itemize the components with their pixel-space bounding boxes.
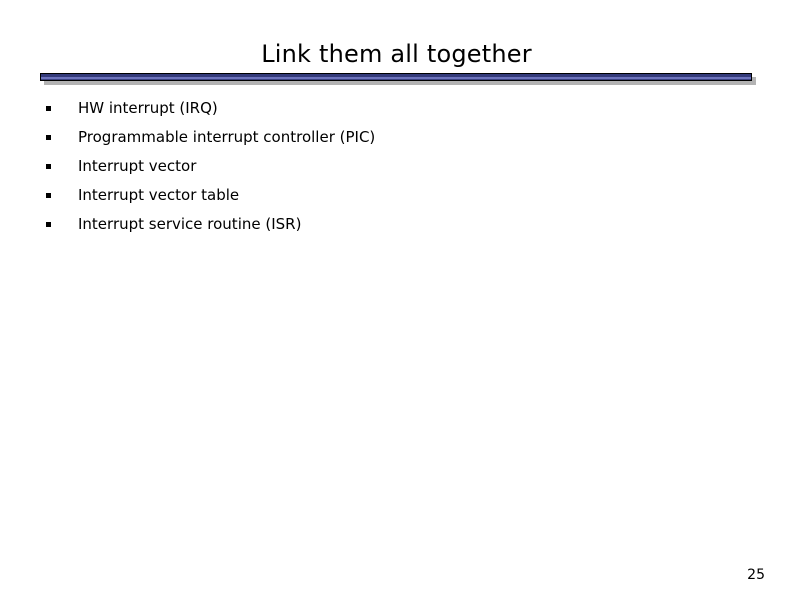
list-item-label: Interrupt service routine (ISR): [78, 215, 302, 233]
list-item-label: HW interrupt (IRQ): [78, 99, 218, 117]
list-item: Interrupt service routine (ISR): [40, 210, 740, 239]
list-item: Interrupt vector table: [40, 181, 740, 210]
list-item-label: Interrupt vector: [78, 157, 197, 175]
page-number: 25: [747, 567, 765, 583]
page-title: Link them all together: [261, 40, 532, 68]
list-item-label: Programmable interrupt controller (PIC): [78, 128, 376, 146]
title-divider: [40, 73, 756, 85]
square-bullet-icon: [46, 106, 51, 111]
square-bullet-icon: [46, 164, 51, 169]
title-divider-bar: [40, 73, 752, 81]
square-bullet-icon: [46, 193, 51, 198]
square-bullet-icon: [46, 222, 51, 227]
list-item: HW interrupt (IRQ): [40, 94, 740, 123]
list-item-label: Interrupt vector table: [78, 186, 240, 204]
list-item: Programmable interrupt controller (PIC): [40, 123, 740, 152]
list-item: Interrupt vector: [40, 152, 740, 181]
square-bullet-icon: [46, 135, 51, 140]
bullet-list: HW interrupt (IRQ) Programmable interrup…: [40, 94, 740, 239]
presentation-slide: Link them all together HW interrupt (IRQ…: [0, 0, 792, 612]
